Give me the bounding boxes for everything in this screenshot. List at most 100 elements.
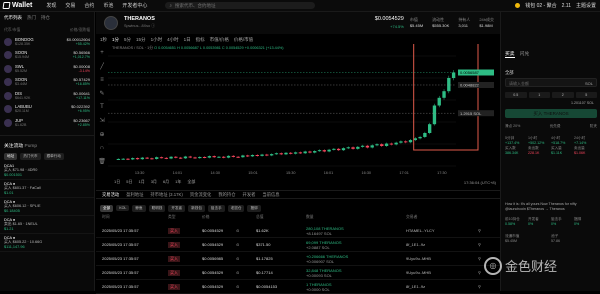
trade-filter[interactable]: KOL <box>116 205 130 211</box>
trade-filter[interactable]: 聪明钱 <box>148 204 166 212</box>
chart-interval-6[interactable]: 1日 <box>184 37 191 43</box>
nav-discover[interactable]: 发现 <box>46 2 56 9</box>
token-list-item[interactable]: DIS $641.92K $0.00641 +17.11% <box>0 89 94 103</box>
chart-interval-1[interactable]: 1分 <box>112 37 119 43</box>
filter-trader-icon[interactable]: ⚲ <box>478 242 481 247</box>
tab-hot[interactable]: 热门 <box>27 15 36 21</box>
table-row[interactable]: 2025/05/23 17:35:57 买入 $0.0054529 $1.62K ⊙ 28… <box>96 224 500 238</box>
chart-interval-2[interactable]: 5分 <box>124 37 131 43</box>
bottom-tab[interactable]: 持币地址 (3.17K) <box>150 192 182 198</box>
chart-interval-7[interactable]: 指标 <box>196 37 205 43</box>
search-input[interactable]: ⌕ 搜索代币、合约地址 <box>165 2 316 9</box>
chart-interval-8[interactable]: 市值/价格 <box>210 37 229 43</box>
token-address[interactable]: Spwinus...8Xso ⓘ <box>124 23 155 30</box>
wallet-selector[interactable]: 钱包 02 - 聚合 <box>525 2 556 9</box>
range-button[interactable]: 6月 <box>163 179 169 185</box>
trade-setting[interactable]: 防夹 <box>590 124 597 129</box>
table-row[interactable]: 2025/05/23 17:35:57 买入 $0.0054529 $0.17714 ⊙… <box>96 266 500 280</box>
trendline-icon[interactable]: ╱ <box>100 63 104 70</box>
pill-hot-token[interactable]: 热门代币 <box>20 152 41 160</box>
trader-address[interactable]: 8f_1E1..9z <box>406 242 425 247</box>
settings-button[interactable]: 主题设置 <box>576 2 596 9</box>
trade-setting[interactable]: 滑点 20% <box>505 124 520 129</box>
trade-filter[interactable]: 全部 <box>100 204 114 212</box>
explorer-link-icon[interactable]: ⊙ <box>236 242 239 247</box>
brush-icon[interactable]: ✎ <box>99 90 104 97</box>
amount-input[interactable]: 请输入金额 SOL <box>505 78 597 87</box>
price-chart[interactable]: 0.0056587 0.0048822 1.2915 SOL <box>108 44 500 172</box>
crosshair-icon[interactable]: + <box>100 50 104 56</box>
pill-address[interactable]: 地址 <box>4 152 18 160</box>
filter-trader-icon[interactable]: ⚲ <box>478 228 481 233</box>
text-icon[interactable]: T <box>100 104 104 110</box>
follow-feed-item[interactable]: DCA ● 卖出 $1.65 · 1NEUL $1.21 <box>0 216 94 234</box>
tab-token-list[interactable]: 代币列表 <box>4 15 22 21</box>
follow-feed-item[interactable]: DCA ● 买入 $605.22 · 10.66G $111,147.96 <box>0 234 94 252</box>
range-button[interactable]: 1日 <box>114 179 120 185</box>
tab-swap[interactable]: 闪兑 <box>520 50 530 58</box>
trader-address[interactable]: 9Uyu9u..MHB <box>406 270 431 275</box>
bottom-tab[interactable]: 交易活动 <box>102 192 119 198</box>
filter-trader-icon[interactable]: ⚲ <box>478 270 481 275</box>
trade-setting[interactable]: 优先费 <box>550 124 561 129</box>
chart-interval-9[interactable]: 价格/市值 <box>234 37 253 43</box>
nav-futures[interactable]: 合约 <box>84 2 94 9</box>
bottom-tab[interactable]: 开发者 <box>243 192 256 198</box>
trader-address[interactable]: HTAMEL..YLCY <box>406 228 435 233</box>
trade-filter[interactable]: 老鼠仓 <box>227 204 245 212</box>
explorer-link-icon[interactable]: ⊙ <box>236 228 239 233</box>
token-list-item[interactable]: JUP $1.62B $0.23667 +2.85% <box>0 116 94 130</box>
token-list-item[interactable]: SWL $5.52M $0.00008 -3.14% <box>0 62 94 76</box>
chart-interval-0[interactable]: 1秒 <box>100 37 107 43</box>
follow-feed-item[interactable]: DCA1 买入 $71.98 · 4DR0 $0.001501 <box>0 162 94 180</box>
range-button[interactable]: 3月 <box>151 179 157 185</box>
token-list-item[interactable]: SOON $15.94M $0.56566 +1,012.7% <box>0 49 94 63</box>
trader-address[interactable]: 9Uyu9u..MHB <box>406 256 431 261</box>
follow-feed-item[interactable]: DCA ● 买入 $601.37 · FaCall $1.01 <box>0 180 94 198</box>
explorer-link-icon[interactable]: ⊙ <box>236 256 239 261</box>
token-list-item[interactable]: LABUBU $20.11M $0.022392 +6.95% <box>0 103 94 117</box>
range-button[interactable]: 1年 <box>175 179 181 185</box>
amount-preset[interactable]: 5 <box>575 92 597 98</box>
trash-icon[interactable]: 🗑 <box>98 158 106 165</box>
amount-preset[interactable]: 0.5 <box>505 92 527 98</box>
table-row[interactable]: 2025/05/23 17:35:57 买入 $0.0056985 $1.17825 ⊙… <box>96 252 500 266</box>
chart-interval-4[interactable]: 1小时 <box>151 37 163 43</box>
token-list-item[interactable]: BONDOG $128.35K $0.00012604 +55.42% <box>0 35 94 49</box>
bottom-tab[interactable]: 我的持仓 <box>218 192 235 198</box>
amount-preset[interactable]: 1 <box>528 92 550 98</box>
range-button[interactable]: 5日 <box>126 179 132 185</box>
range-button[interactable]: 全部 <box>187 179 195 185</box>
range-button[interactable]: 1月 <box>138 179 144 185</box>
tab-buy-sell[interactable]: 买卖 <box>505 50 515 58</box>
table-row[interactable]: 2025/05/23 17:35:57 买入 $0.0054529 $371.50 ⊙ 6… <box>96 238 500 252</box>
filter-trader-icon[interactable]: ⚲ <box>478 256 481 261</box>
fib-icon[interactable]: ≡ <box>100 77 104 83</box>
trade-filter[interactable]: 开发者 <box>168 204 186 212</box>
token-list-item[interactable]: SOON $3.44M $0.57429 +16.85% <box>0 76 94 90</box>
pill-copy[interactable]: 跟单行动 <box>43 152 64 160</box>
follow-feed-item[interactable]: DCA ● 买入 $606.12 · SPL/E $0.18405 <box>0 198 94 216</box>
amount-preset[interactable]: 2 <box>552 92 574 98</box>
trade-filter[interactable]: 新钱包 <box>188 204 205 212</box>
chart-interval-3[interactable]: 15分 <box>136 37 146 43</box>
bottom-tab[interactable]: 资金流变化 <box>190 192 211 198</box>
trade-filter[interactable]: 鲸鱼 <box>132 204 146 212</box>
chart-interval-5[interactable]: 4小时 <box>167 37 179 43</box>
table-row[interactable]: 2025/05/23 17:35:57 买入 $0.0054529 $0.005415… <box>96 280 500 294</box>
zoom-icon[interactable]: ⊕ <box>99 131 104 138</box>
trade-filter[interactable]: 捆绑 <box>247 204 261 212</box>
trade-filter[interactable]: 狙击手 <box>207 204 225 212</box>
buy-button[interactable]: 买入 THERANOS <box>505 109 597 118</box>
trader-address[interactable]: 8f_1E1..9z <box>406 284 425 289</box>
magnet-icon[interactable]: ∩ <box>100 145 104 151</box>
explorer-link-icon[interactable]: ⊙ <box>236 270 239 275</box>
measure-icon[interactable]: ⇲ <box>99 117 104 124</box>
bottom-tab[interactable]: 盈利地址 <box>126 192 143 198</box>
nav-developer[interactable]: 开发者中心 <box>122 2 147 9</box>
tab-holdings[interactable]: 持仓 <box>41 15 50 21</box>
wallet-logo[interactable]: Wallet <box>2 2 32 9</box>
explorer-link-icon[interactable]: ⊙ <box>236 284 239 289</box>
nav-trade[interactable]: 交易 <box>65 2 75 9</box>
nav-pools[interactable]: 币池 <box>103 2 113 9</box>
